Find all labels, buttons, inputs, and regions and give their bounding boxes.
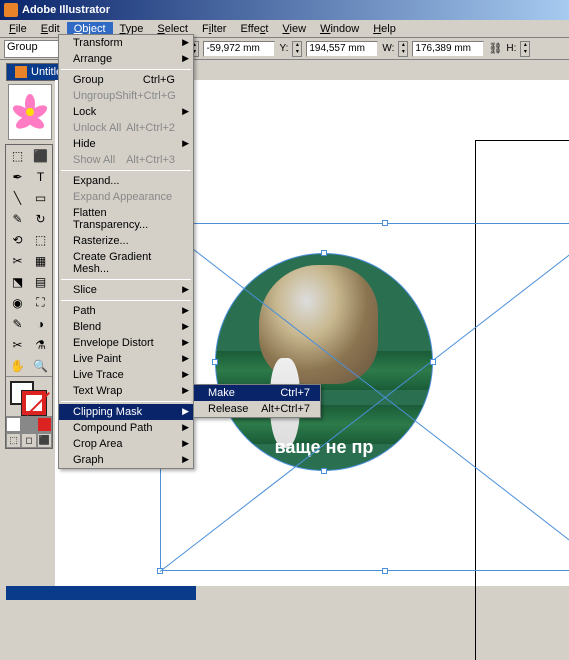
tool-8-0[interactable]: ✎ <box>6 313 29 334</box>
menuitem-show-all: Show AllAlt+Ctrl+3 <box>59 152 193 168</box>
menuitem-blend[interactable]: Blend▶ <box>59 319 193 335</box>
tool-7-1[interactable]: ⛶ <box>29 292 52 313</box>
tool-2-0[interactable]: ╲ <box>6 187 29 208</box>
menuitem-create-gradient-mesh-[interactable]: Create Gradient Mesh... <box>59 249 193 277</box>
menuitem-transform[interactable]: Transform▶ <box>59 35 193 51</box>
menuitem-lock[interactable]: Lock▶ <box>59 104 193 120</box>
tool-10-0[interactable]: ✋ <box>6 355 29 376</box>
app-icon <box>4 3 18 17</box>
tools-panel: ⬚⬛✒T╲▭✎↻⟲⬚✂▦⬔▤◉⛶✎◑✂⚗✋🔍⬚◻⬛ <box>5 144 53 449</box>
tool-0-0[interactable]: ⬚ <box>6 145 29 166</box>
tool-8-1[interactable]: ◑ <box>29 313 52 334</box>
y-spinner[interactable]: ▴▾ <box>292 41 302 57</box>
app-title: Adobe Illustrator <box>22 4 110 16</box>
stroke-swatch[interactable] <box>22 391 46 415</box>
tool-4-1[interactable]: ⬚ <box>29 229 52 250</box>
submenuitem-make[interactable]: MakeCtrl+7 <box>194 385 320 401</box>
menuitem-clipping-mask[interactable]: Clipping Mask▶ <box>59 404 193 420</box>
menuitem-group[interactable]: GroupCtrl+G <box>59 72 193 88</box>
selection-type-select[interactable]: Group <box>4 40 64 58</box>
anchor-point[interactable] <box>321 468 327 474</box>
menuitem-ungroup: UngroupShift+Ctrl+G <box>59 88 193 104</box>
image-caption: ваще не пр <box>216 437 432 458</box>
submenuitem-release[interactable]: ReleaseAlt+Ctrl+7 <box>194 401 320 417</box>
screen-mode[interactable]: ⬚ <box>6 433 21 448</box>
menuitem-compound-path[interactable]: Compound Path▶ <box>59 420 193 436</box>
tool-10-1[interactable]: 🔍 <box>29 355 52 376</box>
color-mode[interactable] <box>37 417 52 432</box>
tool-1-1[interactable]: T <box>29 166 52 187</box>
tool-7-0[interactable]: ◉ <box>6 292 29 313</box>
tool-5-0[interactable]: ✂ <box>6 250 29 271</box>
w-spinner[interactable]: ▴▾ <box>398 41 408 57</box>
menuitem-envelope-distort[interactable]: Envelope Distort▶ <box>59 335 193 351</box>
menuitem-expand-appearance: Expand Appearance <box>59 189 193 205</box>
tool-3-1[interactable]: ↻ <box>29 208 52 229</box>
anchor-point[interactable] <box>430 359 436 365</box>
h-spinner[interactable]: ▴▾ <box>520 41 530 57</box>
tool-9-0[interactable]: ✂ <box>6 334 29 355</box>
object-menu: Transform▶Arrange▶ GroupCtrl+GUngroupShif… <box>58 34 194 469</box>
screen-mode[interactable]: ⬛ <box>37 433 52 448</box>
title-bar: Adobe Illustrator <box>0 0 569 20</box>
link-icon[interactable]: ⛓ <box>488 42 502 55</box>
status-bar <box>6 586 196 600</box>
menu-view[interactable]: View <box>275 22 313 36</box>
menuitem-path[interactable]: Path▶ <box>59 303 193 319</box>
tool-4-0[interactable]: ⟲ <box>6 229 29 250</box>
color-mode[interactable] <box>21 417 36 432</box>
placed-image: ваще не пр <box>216 254 432 470</box>
anchor-point[interactable] <box>212 359 218 365</box>
menu-help[interactable]: Help <box>366 22 403 36</box>
h-label: H: <box>506 43 516 54</box>
menuitem-text-wrap[interactable]: Text Wrap▶ <box>59 383 193 399</box>
tool-6-0[interactable]: ⬔ <box>6 271 29 292</box>
selection-handle[interactable] <box>382 220 388 226</box>
menu-filter[interactable]: Filter <box>195 22 233 36</box>
menuitem-expand-[interactable]: Expand... <box>59 173 193 189</box>
anchor-point[interactable] <box>321 250 327 256</box>
w-label: W: <box>382 43 394 54</box>
artboard-thumbnail <box>8 84 52 140</box>
menuitem-slice[interactable]: Slice▶ <box>59 282 193 298</box>
menu-window[interactable]: Window <box>313 22 366 36</box>
menuitem-hide[interactable]: Hide▶ <box>59 136 193 152</box>
tool-9-1[interactable]: ⚗ <box>29 334 52 355</box>
clipping-mask-submenu: MakeCtrl+7ReleaseAlt+Ctrl+7 <box>193 384 321 418</box>
tool-0-1[interactable]: ⬛ <box>29 145 52 166</box>
ai-doc-icon <box>15 66 27 78</box>
menuitem-live-paint[interactable]: Live Paint▶ <box>59 351 193 367</box>
tool-5-1[interactable]: ▦ <box>29 250 52 271</box>
w-field[interactable] <box>412 41 484 57</box>
menuitem-arrange[interactable]: Arrange▶ <box>59 51 193 67</box>
menuitem-crop-area[interactable]: Crop Area▶ <box>59 436 193 452</box>
color-mode[interactable] <box>6 417 21 432</box>
x-field[interactable] <box>203 41 275 57</box>
clipped-image[interactable]: ваще не пр <box>215 253 433 471</box>
y-field[interactable] <box>306 41 378 57</box>
selection-handle[interactable] <box>382 568 388 574</box>
screen-mode[interactable]: ◻ <box>21 433 36 448</box>
menuitem-graph[interactable]: Graph▶ <box>59 452 193 468</box>
menu-effect[interactable]: Effect <box>233 22 275 36</box>
menuitem-unlock-all: Unlock AllAlt+Ctrl+2 <box>59 120 193 136</box>
tool-1-0[interactable]: ✒ <box>6 166 29 187</box>
tool-2-1[interactable]: ▭ <box>29 187 52 208</box>
tool-3-0[interactable]: ✎ <box>6 208 29 229</box>
y-label: Y: <box>279 43 288 54</box>
menuitem-rasterize-[interactable]: Rasterize... <box>59 233 193 249</box>
menuitem-live-trace[interactable]: Live Trace▶ <box>59 367 193 383</box>
menu-file[interactable]: File <box>2 22 34 36</box>
tool-6-1[interactable]: ▤ <box>29 271 52 292</box>
menuitem-flatten-transparency-[interactable]: Flatten Transparency... <box>59 205 193 233</box>
